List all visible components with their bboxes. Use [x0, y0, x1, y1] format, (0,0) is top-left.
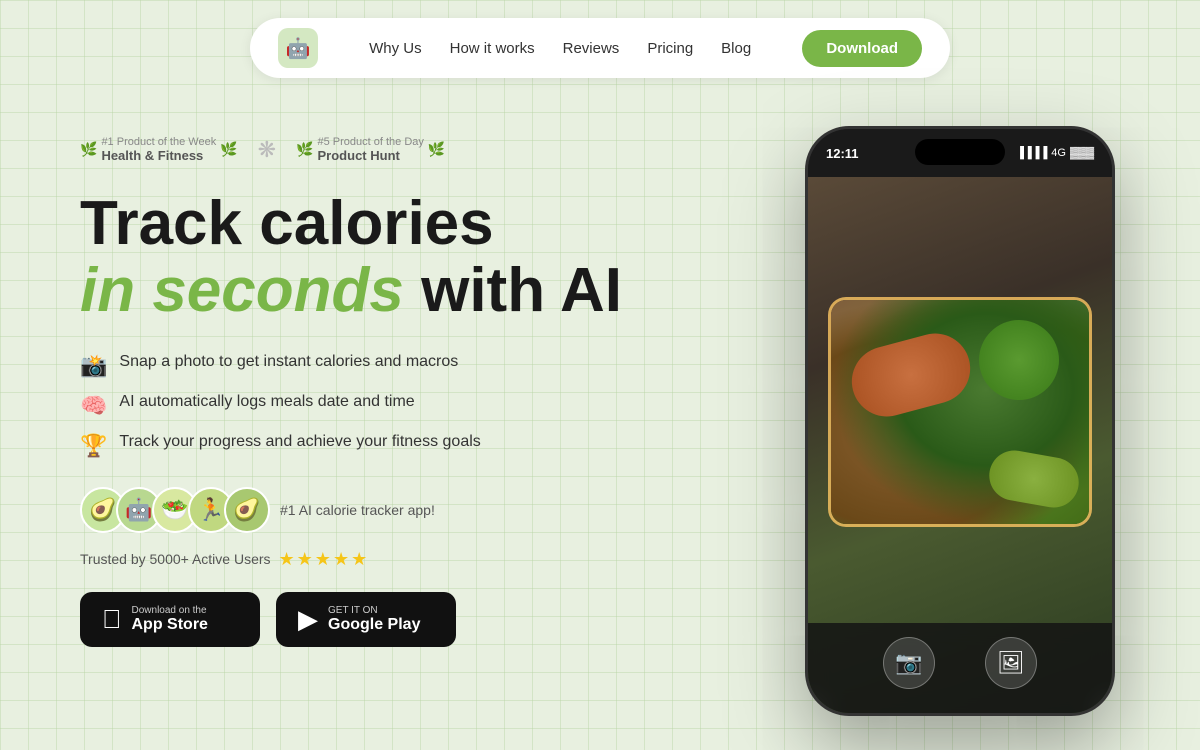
- apple-icon: : [102, 604, 122, 635]
- hero-title: Track calories in seconds with AI: [80, 191, 740, 325]
- left-side: 🌿 #1 Product of the Week Health & Fitnes…: [80, 126, 740, 647]
- nav-link-pricing[interactable]: Pricing: [647, 40, 693, 57]
- feature-2: 🧠 AI automatically logs meals date and t…: [80, 393, 740, 419]
- store-buttons:  Download on the App Store ▶ GET IT ON …: [80, 592, 740, 647]
- features-list: 📸 Snap a photo to get instant calories a…: [80, 353, 740, 459]
- food-greens: [985, 447, 1082, 512]
- laurel-left-2-icon: 🌿: [296, 141, 313, 158]
- laurel-left-icon: 🌿: [80, 141, 97, 158]
- nav-inner: 🤖 Why Us How it works Reviews Pricing Bl…: [250, 18, 950, 78]
- app-store-sub: Download on the: [132, 605, 208, 616]
- app-store-main: App Store: [132, 616, 208, 634]
- avatar-group: 🥑 🤖 🥗 🏃 🥑: [80, 487, 270, 533]
- main-content: 🌿 #1 Product of the Week Health & Fitnes…: [0, 96, 1200, 716]
- logo-icon: 🤖: [286, 36, 311, 61]
- google-play-text: GET IT ON Google Play: [328, 605, 420, 634]
- nav-link-reviews[interactable]: Reviews: [563, 40, 620, 57]
- dynamic-island: [915, 139, 1005, 165]
- nav-link-blog[interactable]: Blog: [721, 40, 751, 57]
- google-play-sub: GET IT ON: [328, 605, 420, 616]
- camera-button[interactable]: 📷: [883, 637, 935, 689]
- social-proof: 🥑 🤖 🥗 🏃 🥑 #1 AI calorie tracker app!: [80, 487, 740, 533]
- phone-time: 12:11: [826, 146, 859, 161]
- phone-mockup: 12:11 ▐▐▐▐ 4G ▓▓▓: [805, 126, 1115, 716]
- network-label: 4G: [1051, 147, 1066, 159]
- navbar: 🤖 Why Us How it works Reviews Pricing Bl…: [0, 0, 1200, 96]
- camera-icon: 📷: [895, 650, 922, 676]
- food-broccoli: [979, 320, 1059, 400]
- nav-link-why-us[interactable]: Why Us: [369, 40, 422, 57]
- badge-2-text: #5 Product of the Day Product Hunt: [318, 136, 424, 163]
- hero-title-rest: with AI: [404, 256, 622, 325]
- food-meat: [844, 326, 978, 425]
- feature-3-text: Track your progress and achieve your fit…: [119, 433, 480, 451]
- nav-links: Why Us How it works Reviews Pricing Blog: [354, 40, 766, 57]
- feature-3: 🏆 Track your progress and achieve your f…: [80, 433, 740, 459]
- app-store-text: Download on the App Store: [132, 605, 208, 634]
- badge-2-name: Product Hunt: [318, 148, 424, 163]
- badge-2: 🌿 #5 Product of the Day Product Hunt 🌿: [296, 136, 445, 163]
- play-icon: ▶: [298, 604, 318, 635]
- badge-1-name: Health & Fitness: [101, 148, 216, 163]
- badge-1: 🌿 #1 Product of the Week Health & Fitnes…: [80, 136, 238, 163]
- phone-food-image: [831, 300, 1089, 524]
- battery-icon: ▓▓▓: [1070, 147, 1094, 159]
- laurel-right-icon: 🌿: [220, 141, 237, 158]
- phone-screen: 12:11 ▐▐▐▐ 4G ▓▓▓: [808, 129, 1112, 713]
- phone-status-bar: 12:11 ▐▐▐▐ 4G ▓▓▓: [808, 129, 1112, 177]
- google-play-main: Google Play: [328, 616, 420, 634]
- logo: 🤖: [278, 28, 318, 68]
- download-button[interactable]: Download: [802, 30, 922, 67]
- trusted-section: Trusted by 5000+ Active Users ★★★★★: [80, 549, 740, 570]
- hero-title-line1: Track calories: [80, 189, 494, 258]
- feature-1: 📸 Snap a photo to get instant calories a…: [80, 353, 740, 379]
- gallery-button[interactable]: 🖼: [985, 637, 1037, 689]
- phone-status-right: ▐▐▐▐ 4G ▓▓▓: [1016, 147, 1094, 159]
- badge-1-rank: #1 Product of the Week: [101, 136, 216, 148]
- star-rating: ★★★★★: [279, 549, 370, 570]
- badge-separator: ❋: [258, 137, 276, 163]
- feature-2-emoji: 🧠: [80, 393, 107, 419]
- hero-title-green: in seconds: [80, 256, 404, 325]
- badge-1-text: #1 Product of the Week Health & Fitness: [101, 136, 216, 163]
- feature-1-emoji: 📸: [80, 353, 107, 379]
- social-badge-text: #1 AI calorie tracker app!: [280, 502, 435, 518]
- feature-2-text: AI automatically logs meals date and tim…: [119, 393, 414, 411]
- gallery-icon: 🖼: [997, 650, 1025, 676]
- trusted-text: Trusted by 5000+ Active Users: [80, 551, 271, 567]
- phone-section: 12:11 ▐▐▐▐ 4G ▓▓▓: [800, 126, 1120, 716]
- app-store-button[interactable]:  Download on the App Store: [80, 592, 260, 647]
- google-play-button[interactable]: ▶ GET IT ON Google Play: [276, 592, 456, 647]
- feature-1-text: Snap a photo to get instant calories and…: [119, 353, 458, 371]
- avatar-5: 🥑: [224, 487, 270, 533]
- phone-bottom-bar: 📷 🖼: [808, 623, 1112, 713]
- nav-link-how-it-works[interactable]: How it works: [450, 40, 535, 57]
- feature-3-emoji: 🏆: [80, 433, 107, 459]
- signal-icon: ▐▐▐▐: [1016, 147, 1047, 159]
- phone-scan-frame: [828, 297, 1092, 527]
- award-badges: 🌿 #1 Product of the Week Health & Fitnes…: [80, 136, 740, 163]
- laurel-right-2-icon: 🌿: [428, 141, 445, 158]
- badge-2-rank: #5 Product of the Day: [318, 136, 424, 148]
